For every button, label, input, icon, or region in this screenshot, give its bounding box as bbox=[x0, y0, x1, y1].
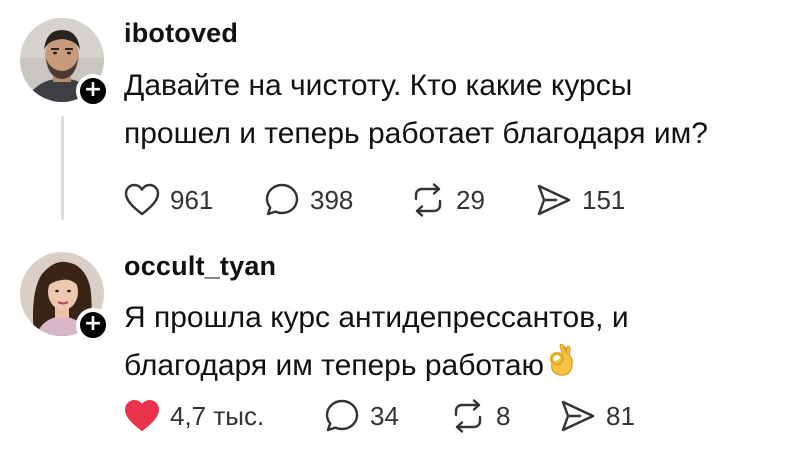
repost-count: 29 bbox=[456, 184, 485, 215]
thread-post: + ibotoved Давайте на чистоту. Кто какие… bbox=[0, 0, 800, 232]
comment-count: 398 bbox=[310, 184, 354, 215]
repost-button[interactable]: 8 bbox=[450, 396, 510, 436]
comment-button[interactable]: 398 bbox=[264, 180, 353, 220]
post-text: Давайте на чистоту. Кто какие курсы прош… bbox=[124, 62, 764, 158]
repost-count: 8 bbox=[496, 400, 511, 431]
send-icon bbox=[561, 400, 595, 432]
comment-button[interactable]: 34 bbox=[324, 396, 399, 436]
follow-plus-icon[interactable]: + bbox=[76, 74, 110, 108]
repost-icon bbox=[414, 183, 442, 217]
heart-filled-icon bbox=[125, 400, 159, 431]
like-count: 961 bbox=[170, 184, 214, 215]
avatar-container[interactable]: + bbox=[20, 252, 110, 342]
heart-icon bbox=[124, 183, 160, 216]
username[interactable]: ibotoved bbox=[124, 18, 238, 49]
ok-hand-icon bbox=[549, 343, 573, 376]
post-text-line: благодаря им теперь работаю bbox=[124, 349, 544, 382]
username[interactable]: occult_tyan bbox=[124, 251, 276, 282]
share-button[interactable]: 151 bbox=[536, 180, 625, 220]
comment-bubble-icon bbox=[265, 183, 299, 216]
comment-bubble-icon bbox=[325, 399, 359, 432]
post-text-line: Давайте на чистоту. Кто какие курсы bbox=[124, 69, 633, 102]
post-text: Я прошла курс антидепрессантов, и благод… bbox=[124, 294, 764, 392]
like-button[interactable]: 4,7 тыс. bbox=[124, 396, 264, 436]
like-button[interactable]: 961 bbox=[124, 180, 213, 220]
thread-connector-line bbox=[61, 116, 64, 220]
like-count: 4,7 тыс. bbox=[170, 400, 265, 431]
repost-button[interactable]: 29 bbox=[410, 180, 485, 220]
thread-reply: + occult_tyan Я прошла курс антидепресса… bbox=[0, 232, 800, 450]
post-text-line: Я прошла курс антидепрессантов, и bbox=[124, 301, 629, 334]
share-count: 81 bbox=[606, 400, 635, 431]
repost-icon bbox=[454, 399, 482, 433]
follow-plus-icon[interactable]: + bbox=[76, 308, 110, 342]
share-count: 151 bbox=[582, 184, 626, 215]
ok-hand-emoji bbox=[546, 343, 576, 392]
send-icon bbox=[537, 184, 571, 216]
post-text-line: прошел и теперь работает благодаря им? bbox=[124, 117, 708, 150]
comment-count: 34 bbox=[370, 400, 399, 431]
share-button[interactable]: 81 bbox=[560, 396, 635, 436]
post-text-line-with-emoji: благодаря им теперь работаю bbox=[124, 342, 764, 392]
avatar-container[interactable]: + bbox=[20, 18, 110, 108]
